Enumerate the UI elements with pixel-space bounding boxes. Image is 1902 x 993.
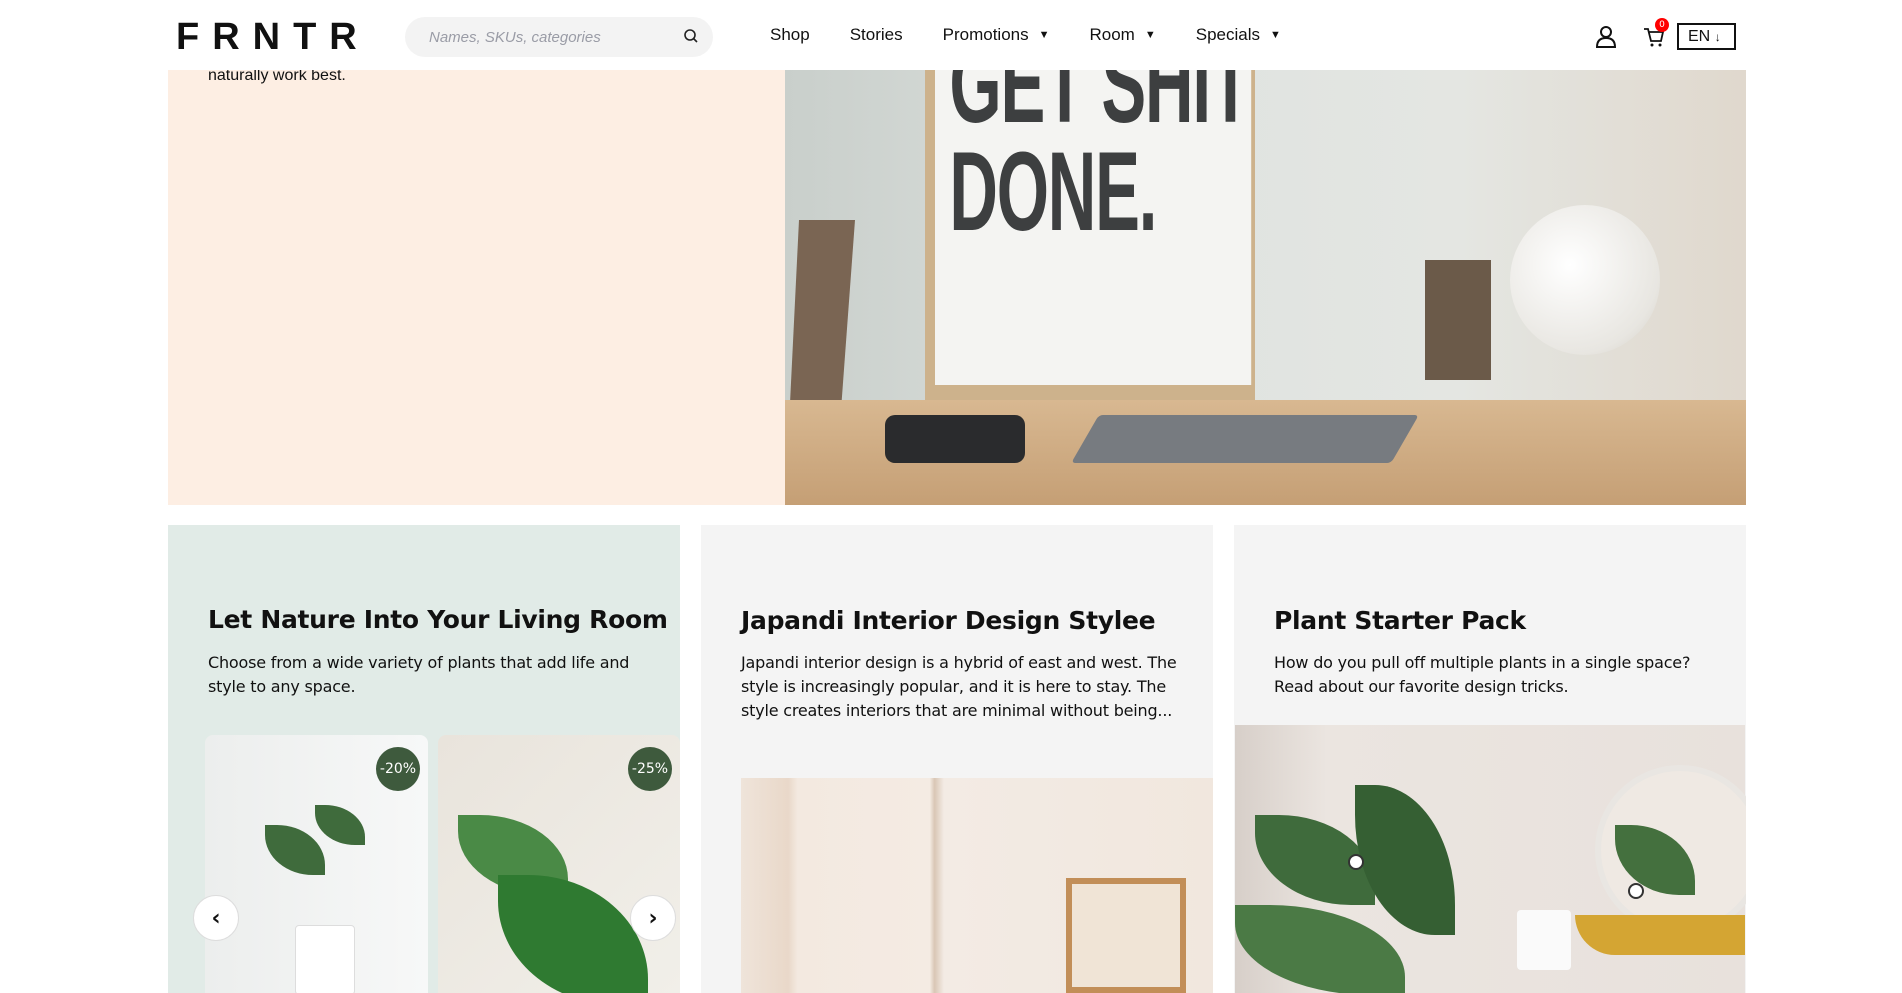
laptop-shape xyxy=(1071,415,1419,463)
card-text: Japandi interior design is a hybrid of e… xyxy=(741,653,1177,720)
plant-shape xyxy=(265,825,325,875)
speaker-shape xyxy=(885,415,1025,463)
plant-room-image xyxy=(1235,725,1746,993)
poster-text: GET SHIT DONE. xyxy=(935,70,1252,385)
carousel-next-button[interactable]: › xyxy=(630,895,676,941)
user-icon[interactable] xyxy=(1595,25,1617,49)
lamp-shape xyxy=(1517,910,1571,970)
nav-shop[interactable]: Shop xyxy=(770,25,810,45)
search-input[interactable] xyxy=(429,17,669,57)
caret-down-icon: ▼ xyxy=(1270,29,1281,41)
carousel-prev-button[interactable]: ‹ xyxy=(193,895,239,941)
arrow-down-icon: ↓ xyxy=(1714,30,1721,44)
hero-image: GET SHIT DONE. xyxy=(785,70,1746,505)
main-nav: Shop Stories Promotions ▼ Room ▼ Specials ▼ xyxy=(770,25,1321,45)
card-japandi[interactable]: Japandi Interior Design Stylee Japandi i… xyxy=(701,525,1213,993)
card-plant-starter[interactable]: Plant Starter Pack How do you pull off m… xyxy=(1234,525,1746,993)
hotspot-dot[interactable] xyxy=(1348,854,1364,870)
discount-badge: -20% xyxy=(376,747,420,791)
plant-shape xyxy=(1355,785,1455,935)
nav-label: Promotions xyxy=(942,25,1029,44)
card-text: How do you pull off multiple plants in a… xyxy=(1274,653,1691,696)
nav-specials[interactable]: Specials ▼ xyxy=(1196,25,1281,45)
shelf-shape xyxy=(1575,915,1745,955)
caret-down-icon: ▼ xyxy=(1038,29,1050,41)
pot-shape xyxy=(295,925,355,993)
card-text: Choose from a wide variety of plants tha… xyxy=(208,653,630,696)
plant-shape xyxy=(498,875,648,993)
discount-badge: -25% xyxy=(628,747,672,791)
cart-count-badge: 0 xyxy=(1655,18,1669,32)
nav-label: Stories xyxy=(849,25,903,44)
card-title: Japandi Interior Design Stylee xyxy=(741,606,1156,635)
chevron-left-icon: ‹ xyxy=(211,905,221,931)
header: FRNTR Shop Stories Promotions ▼ Room ▼ Spe… xyxy=(0,0,1902,70)
card-title: Let Nature Into Your Living Room xyxy=(208,605,668,634)
search-icon[interactable] xyxy=(683,28,699,44)
japandi-image xyxy=(741,778,1213,993)
product-card[interactable]: -25% xyxy=(438,735,680,993)
chevron-right-icon: › xyxy=(648,905,658,931)
plant-shape xyxy=(1235,905,1405,993)
plant-shape xyxy=(315,805,365,845)
poster: GET SHIT DONE. xyxy=(925,70,1255,435)
box-shape xyxy=(1425,260,1491,380)
language-label: EN xyxy=(1688,28,1711,45)
language-selector[interactable]: EN ↓ xyxy=(1677,23,1736,50)
product-card[interactable]: -20% xyxy=(205,735,428,993)
nav-label: Specials xyxy=(1195,25,1261,44)
nav-stories[interactable]: Stories xyxy=(850,25,903,45)
nav-promotions[interactable]: Promotions ▼ xyxy=(943,25,1050,45)
hotspot-dot[interactable] xyxy=(1628,883,1644,899)
search-bar xyxy=(405,17,713,57)
nav-label: Shop xyxy=(770,25,810,44)
logo[interactable]: FRNTR xyxy=(176,16,370,59)
nav-room[interactable]: Room ▼ xyxy=(1090,25,1156,45)
hero-text-panel: naturally work best. xyxy=(168,67,785,505)
lamp-shape xyxy=(1510,205,1660,355)
card-nature[interactable]: Let Nature Into Your Living Room Choose … xyxy=(168,525,680,993)
nav-label: Room xyxy=(1089,25,1135,44)
caret-down-icon: ▼ xyxy=(1144,29,1156,41)
shelf-shape xyxy=(1066,878,1186,993)
card-title: Plant Starter Pack xyxy=(1274,606,1526,635)
